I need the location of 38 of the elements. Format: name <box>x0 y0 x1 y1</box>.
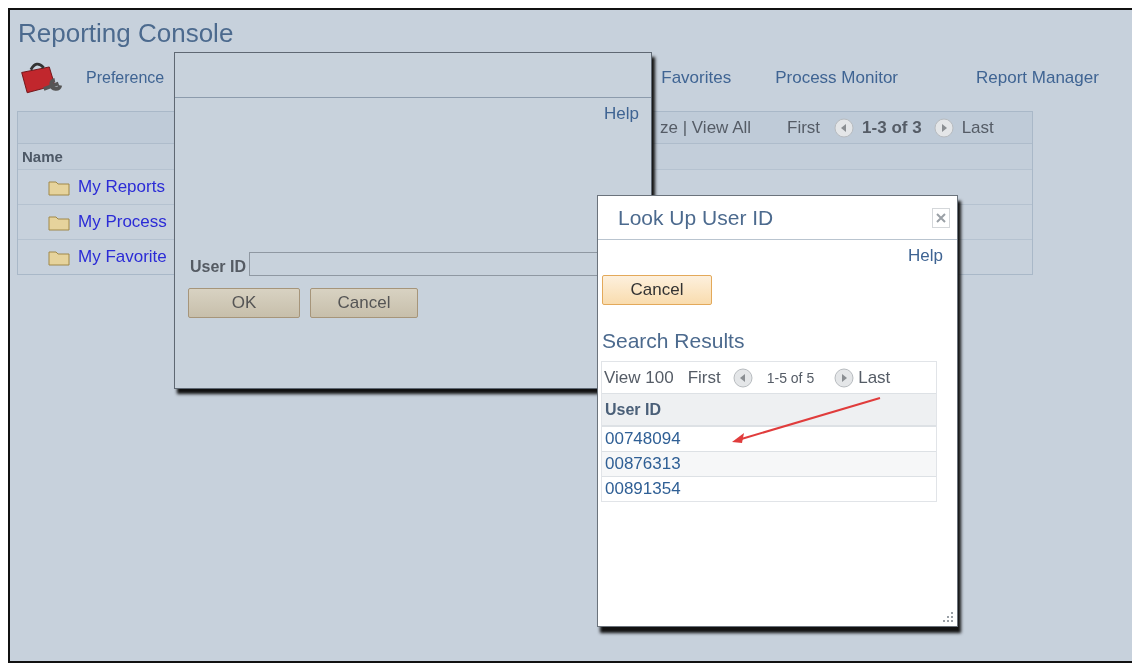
next-icon[interactable] <box>834 367 855 388</box>
cancel-button[interactable]: Cancel <box>602 275 712 305</box>
page-range: 1-3 of 3 <box>862 117 922 138</box>
dialog-title: Look Up User ID <box>618 205 774 230</box>
field-label: User ID <box>190 258 247 276</box>
folder-icon <box>48 213 70 231</box>
next-icon[interactable] <box>933 117 954 138</box>
nav-link[interactable]: Report Manager <box>976 68 1099 88</box>
grid-links[interactable]: ze | View All <box>660 117 752 138</box>
folder-link[interactable]: My Reports <box>78 177 165 197</box>
page-range: 1-5 of 5 <box>766 369 815 386</box>
close-icon[interactable] <box>932 207 950 228</box>
folder-link[interactable]: My Favorite <box>78 247 167 267</box>
last-link[interactable]: Last <box>858 367 891 388</box>
help-link[interactable]: Help <box>604 104 639 124</box>
folder-icon <box>48 178 70 196</box>
nav-link[interactable]: Process Monitor <box>775 68 898 88</box>
ok-button[interactable]: OK <box>188 288 300 318</box>
previous-icon[interactable] <box>732 367 753 388</box>
nav-link[interactable]: Favorites <box>661 68 732 88</box>
section-title: Search Results <box>602 329 746 353</box>
page-title: Reporting Console <box>18 18 234 49</box>
first-link[interactable]: First <box>687 367 721 388</box>
resize-grip-icon[interactable] <box>942 611 954 623</box>
previous-icon[interactable] <box>834 117 855 138</box>
result-link[interactable]: 00876313 <box>605 454 681 474</box>
folder-link[interactable]: My Process <box>78 212 167 232</box>
last-link[interactable]: Last <box>961 117 994 138</box>
view-all-link[interactable]: View 100 <box>604 367 674 388</box>
first-link[interactable]: First <box>787 117 821 138</box>
nav-link[interactable]: Preference <box>86 69 165 87</box>
cancel-button[interactable]: Cancel <box>310 288 418 318</box>
result-link[interactable]: 00748094 <box>605 429 681 449</box>
result-link[interactable]: 00891354 <box>605 479 681 499</box>
column-header: User ID <box>605 400 662 419</box>
column-header: Name <box>22 148 63 165</box>
help-link[interactable]: Help <box>908 246 943 266</box>
folder-icon <box>48 248 70 266</box>
